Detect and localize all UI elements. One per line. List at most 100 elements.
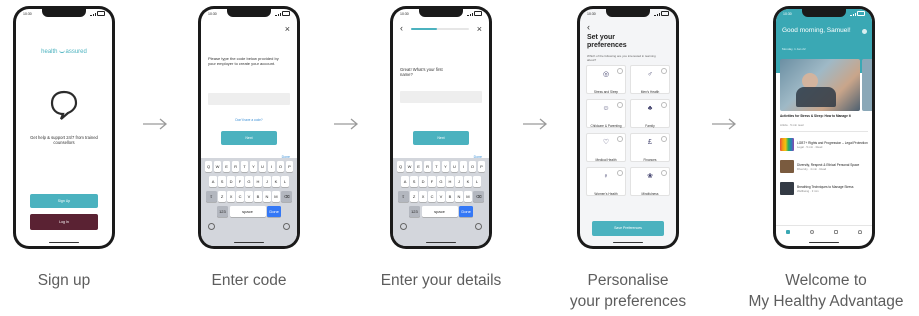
key[interactable]: O — [276, 161, 285, 172]
microphone-icon[interactable] — [283, 223, 290, 230]
backspace-key[interactable]: ⌫ — [281, 191, 293, 202]
key[interactable]: A — [209, 176, 217, 187]
preference-tile-mindfulness[interactable]: ❀ Mindfulness — [630, 167, 670, 196]
preference-tile-stress-sleep[interactable]: ◎ Stress and Sleep — [586, 65, 626, 94]
next-button[interactable]: Next — [221, 131, 277, 145]
numbers-key[interactable]: 123 — [408, 206, 420, 217]
key[interactable]: J — [455, 176, 463, 187]
key[interactable]: Y — [441, 161, 450, 172]
key[interactable]: T — [240, 161, 249, 172]
key[interactable]: B — [254, 191, 262, 202]
avatar[interactable] — [862, 29, 867, 34]
list-item[interactable]: Diversity, Respect & Ethical Personal Sp… — [780, 159, 868, 174]
key[interactable]: N — [455, 191, 463, 202]
first-name-input[interactable] — [400, 91, 482, 103]
key[interactable]: L — [281, 176, 289, 187]
key[interactable]: H — [446, 176, 454, 187]
key[interactable]: C — [236, 191, 244, 202]
key[interactable]: N — [263, 191, 271, 202]
search-icon[interactable] — [810, 230, 814, 234]
key[interactable]: X — [419, 191, 427, 202]
next-card-peek[interactable] — [862, 59, 872, 111]
list-item[interactable]: Breathing Techniques to Manage Stress We… — [780, 181, 868, 196]
key[interactable]: B — [446, 191, 454, 202]
key[interactable]: D — [419, 176, 427, 187]
key[interactable]: M — [464, 191, 472, 202]
list-item[interactable]: LGBT+ Rights and Progression – Legal Pro… — [780, 137, 868, 152]
chat-bubble-icon — [50, 90, 78, 120]
key[interactable]: Q — [204, 161, 213, 172]
key[interactable]: F — [236, 176, 244, 187]
key[interactable]: U — [258, 161, 267, 172]
preference-tile-mens-health[interactable]: ♂ Men's Health — [630, 65, 670, 94]
key[interactable]: Y — [249, 161, 258, 172]
key[interactable]: T — [432, 161, 441, 172]
key[interactable]: K — [464, 176, 472, 187]
key[interactable]: E — [414, 161, 423, 172]
keyboard-done-key[interactable]: Done — [459, 206, 474, 217]
preference-tile-medical[interactable]: ♡ Medical Health — [586, 133, 626, 162]
key[interactable]: K — [272, 176, 280, 187]
key[interactable]: A — [401, 176, 409, 187]
backspace-key[interactable]: ⌫ — [473, 191, 485, 202]
key[interactable]: P — [477, 161, 486, 172]
key[interactable]: G — [245, 176, 253, 187]
save-preferences-button[interactable]: Save Preferences — [592, 221, 664, 236]
featured-image[interactable] — [780, 59, 860, 111]
key[interactable]: F — [428, 176, 436, 187]
key[interactable]: I — [459, 161, 468, 172]
log-in-button[interactable]: Log In — [30, 214, 98, 230]
profile-icon[interactable] — [858, 230, 862, 234]
next-button[interactable]: Next — [413, 131, 469, 145]
key[interactable]: E — [222, 161, 231, 172]
sign-up-button[interactable]: Sign Up — [30, 194, 98, 208]
featured-title[interactable]: Activities for Stress & Sleep: How to Ma… — [780, 114, 858, 118]
preference-tile-womens-health[interactable]: ♀ Women's Health — [586, 167, 626, 196]
key[interactable]: L — [473, 176, 481, 187]
emoji-icon[interactable] — [400, 223, 407, 230]
key[interactable]: Z — [218, 191, 226, 202]
numbers-key[interactable]: 123 — [216, 206, 228, 217]
key[interactable]: I — [267, 161, 276, 172]
key[interactable]: S — [410, 176, 418, 187]
key[interactable]: Q — [396, 161, 405, 172]
key[interactable]: D — [227, 176, 235, 187]
shift-key[interactable]: ⇧ — [397, 191, 409, 202]
close-icon[interactable]: × — [285, 25, 290, 34]
no-code-link[interactable]: Don't have a code? — [201, 118, 297, 122]
key[interactable]: M — [272, 191, 280, 202]
key[interactable]: J — [263, 176, 271, 187]
space-key[interactable]: space — [421, 206, 458, 217]
key[interactable]: X — [227, 191, 235, 202]
preference-tile-finances[interactable]: £ Finances — [630, 133, 670, 162]
space-key[interactable]: space — [229, 206, 266, 217]
home-icon[interactable] — [786, 230, 790, 234]
battery-icon — [474, 11, 482, 16]
key[interactable]: R — [231, 161, 240, 172]
preference-tile-childcare[interactable]: ☺ Childcare & Parenting — [586, 99, 626, 128]
shift-key[interactable]: ⇧ — [205, 191, 217, 202]
heart-icon[interactable] — [834, 230, 838, 234]
key[interactable]: O — [468, 161, 477, 172]
keyboard-done-key[interactable]: Done — [267, 206, 282, 217]
key[interactable]: S — [218, 176, 226, 187]
key[interactable]: V — [437, 191, 445, 202]
key[interactable]: U — [450, 161, 459, 172]
key[interactable]: Z — [410, 191, 418, 202]
key[interactable]: W — [405, 161, 414, 172]
code-input[interactable] — [208, 93, 290, 105]
key[interactable]: W — [213, 161, 222, 172]
back-icon[interactable]: ‹ — [400, 24, 403, 33]
key[interactable]: R — [423, 161, 432, 172]
back-icon[interactable]: ‹ — [587, 23, 590, 32]
microphone-icon[interactable] — [475, 223, 482, 230]
key[interactable]: V — [245, 191, 253, 202]
key[interactable]: H — [254, 176, 262, 187]
key[interactable]: G — [437, 176, 445, 187]
key[interactable]: C — [428, 191, 436, 202]
preference-tile-family[interactable]: ♣ Family — [630, 99, 670, 128]
emoji-icon[interactable] — [208, 223, 215, 230]
feed-meta: Wellbeing · 3 min — [797, 188, 819, 193]
close-icon[interactable]: × — [477, 25, 482, 34]
key[interactable]: P — [285, 161, 294, 172]
